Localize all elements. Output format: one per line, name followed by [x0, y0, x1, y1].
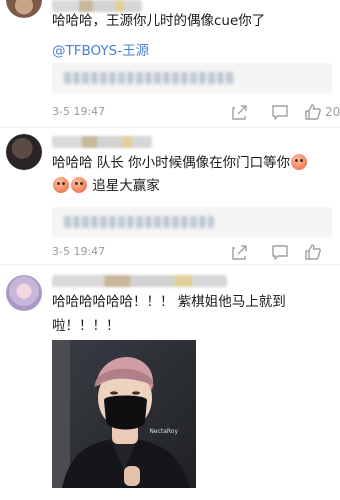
- avatar[interactable]: [6, 275, 42, 311]
- comment-1: 哈哈哈，王源你儿时的偶像cue你了 @TFBOYS-王源 3-5 19:47 2…: [0, 0, 340, 125]
- comment-text-line-1: 哈哈哈 队长 你小时候偶像在你门口等你: [52, 152, 308, 174]
- reply-preview[interactable]: [52, 207, 332, 237]
- thumbs-up-icon[interactable]: [303, 242, 323, 262]
- laughing-emoji-icon: [291, 154, 308, 170]
- timestamp: 3-5 19:47: [52, 245, 106, 258]
- avatar[interactable]: [6, 134, 42, 170]
- username-blurred[interactable]: [52, 136, 152, 148]
- reply-preview-blurred-text: [64, 216, 214, 228]
- comment-text: 哈哈哈，王源你儿时的偶像cue你了: [52, 13, 266, 29]
- comment-2: 哈哈哈 队长 你小时候偶像在你门口等你 追星大赢家 3-5 19:47: [0, 128, 340, 260]
- comment-meta: 3-5 19:47 20: [52, 102, 340, 122]
- comment-text: 哈哈哈 队长 你小时候偶像在你门口等你: [52, 155, 291, 171]
- like-count: 20: [325, 105, 340, 119]
- share-icon[interactable]: [230, 102, 250, 122]
- comment-icon[interactable]: [270, 242, 290, 262]
- photo-illustration: [52, 340, 196, 488]
- share-icon[interactable]: [230, 242, 250, 262]
- reply-preview-blurred-text: [64, 72, 234, 84]
- thumbs-up-icon[interactable]: [303, 102, 323, 122]
- comment-text-line-2: 啦！！！！: [52, 318, 120, 334]
- attached-photo[interactable]: NectaRoy: [52, 340, 196, 488]
- timestamp: 3-5 19:47: [52, 105, 106, 118]
- comment-meta: 3-5 19:47: [52, 242, 340, 262]
- avatar[interactable]: [6, 0, 42, 18]
- comment-text-line-1: 哈哈哈哈哈哈！！！ 紫棋姐他马上就到: [52, 294, 286, 310]
- laughing-emoji-icon: [53, 177, 69, 193]
- mention-link[interactable]: @TFBOYS-王源: [52, 39, 149, 59]
- comment-icon[interactable]: [270, 102, 290, 122]
- photo-watermark: NectaRoy: [149, 428, 178, 435]
- username-blurred[interactable]: [52, 275, 227, 287]
- comment-text: 追星大赢家: [92, 178, 160, 194]
- comment-text-line-2: 追星大赢家: [52, 175, 160, 197]
- laughing-emoji-icon: [71, 177, 87, 193]
- reply-preview[interactable]: [52, 63, 332, 93]
